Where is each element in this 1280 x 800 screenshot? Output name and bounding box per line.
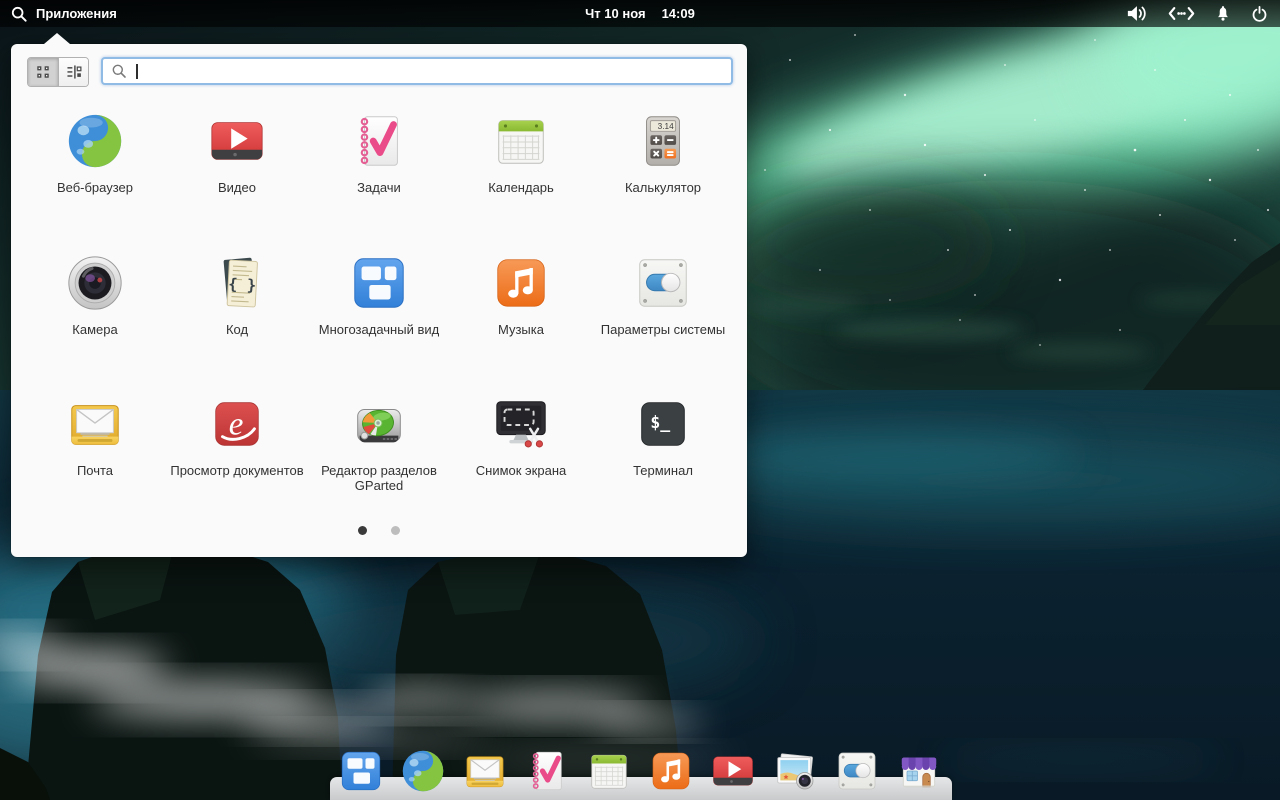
notifications-icon bbox=[1215, 4, 1231, 23]
app-item-camera[interactable]: Камера bbox=[24, 252, 166, 393]
dock-item-web-browser[interactable] bbox=[399, 747, 447, 795]
calendar-icon bbox=[490, 110, 552, 172]
app-item-videos[interactable]: Видео bbox=[166, 110, 308, 252]
code-icon bbox=[206, 252, 268, 314]
app-item-system-settings[interactable]: Параметры системы bbox=[592, 252, 734, 393]
app-item-calculator[interactable]: Калькулятор bbox=[592, 110, 734, 252]
app-label: Снимок экрана bbox=[476, 463, 567, 478]
category-view-button[interactable] bbox=[58, 58, 88, 86]
popover-arrow bbox=[44, 33, 70, 44]
screenshot-icon bbox=[490, 393, 552, 455]
document-viewer-icon bbox=[206, 393, 268, 455]
dock-item-music[interactable] bbox=[647, 747, 695, 795]
gparted-icon bbox=[348, 393, 410, 455]
dock-icons bbox=[337, 747, 943, 795]
app-label: Код bbox=[226, 322, 248, 337]
terminal-icon bbox=[632, 393, 694, 455]
dock-item-calendar[interactable] bbox=[585, 747, 633, 795]
multitasking-view-icon bbox=[348, 252, 410, 314]
mail-icon bbox=[64, 393, 126, 455]
panel-date: Чт 10 ноя bbox=[585, 6, 645, 21]
dock-item-system-settings[interactable] bbox=[833, 747, 881, 795]
dock-item-multitasking-view[interactable] bbox=[337, 747, 385, 795]
search-icon bbox=[111, 63, 127, 79]
panel-applications-button[interactable]: Приложения bbox=[10, 0, 117, 27]
power-icon bbox=[1251, 5, 1268, 23]
app-label: Камера bbox=[72, 322, 117, 337]
app-item-terminal[interactable]: Терминал bbox=[592, 393, 734, 493]
app-item-multitasking-view[interactable]: Многозадачный вид bbox=[308, 252, 450, 393]
app-label: Редактор разделов GParted bbox=[309, 463, 449, 493]
dock-item-photos[interactable] bbox=[771, 747, 819, 795]
web-browser-icon bbox=[64, 110, 126, 172]
app-grid: Веб-браузер Видео Задачи Календарь Кальк… bbox=[24, 110, 734, 493]
page-dot-2[interactable] bbox=[391, 526, 400, 535]
text-cursor bbox=[136, 64, 138, 79]
app-launcher-popover: Веб-браузер Видео Задачи Календарь Кальк… bbox=[11, 44, 747, 557]
app-label: Почта bbox=[77, 463, 113, 478]
page-dot-1[interactable] bbox=[358, 526, 367, 535]
grid-view-button[interactable] bbox=[28, 58, 58, 86]
view-toggle-group bbox=[27, 57, 89, 87]
calculator-icon bbox=[632, 110, 694, 172]
category-view-icon bbox=[65, 63, 83, 81]
app-label: Калькулятор bbox=[625, 180, 701, 195]
dock-item-appcenter[interactable] bbox=[895, 747, 943, 795]
app-item-music[interactable]: Музыка bbox=[450, 252, 592, 393]
volume-indicator[interactable] bbox=[1125, 4, 1148, 23]
applications-label: Приложения bbox=[36, 6, 117, 21]
network-icon bbox=[1168, 6, 1195, 21]
notifications-indicator[interactable] bbox=[1215, 4, 1231, 23]
panel-time: 14:09 bbox=[662, 6, 695, 21]
dock-item-mail[interactable] bbox=[461, 747, 509, 795]
launcher-search-input[interactable] bbox=[101, 57, 733, 85]
app-label: Задачи bbox=[357, 180, 401, 195]
app-item-tasks[interactable]: Задачи bbox=[308, 110, 450, 252]
camera-icon bbox=[64, 252, 126, 314]
app-item-mail[interactable]: Почта bbox=[24, 393, 166, 493]
videos-icon bbox=[206, 110, 268, 172]
app-item-calendar[interactable]: Календарь bbox=[450, 110, 592, 252]
grid-view-icon bbox=[34, 63, 52, 81]
volume-icon bbox=[1125, 4, 1148, 23]
app-label: Многозадачный вид bbox=[319, 322, 439, 337]
top-panel: Приложения Чт 10 ноя 14:09 bbox=[0, 0, 1280, 27]
system-settings-icon bbox=[632, 252, 694, 314]
tasks-icon bbox=[348, 110, 410, 172]
dock-item-videos[interactable] bbox=[709, 747, 757, 795]
music-icon bbox=[490, 252, 552, 314]
network-indicator[interactable] bbox=[1168, 6, 1195, 21]
search-icon bbox=[10, 5, 28, 23]
app-item-document-viewer[interactable]: Просмотр документов bbox=[166, 393, 308, 493]
app-label: Музыка bbox=[498, 322, 544, 337]
app-item-code[interactable]: Код bbox=[166, 252, 308, 393]
app-item-screenshot[interactable]: Снимок экрана bbox=[450, 393, 592, 493]
panel-datetime-button[interactable]: Чт 10 ноя 14:09 bbox=[585, 0, 695, 27]
app-item-gparted[interactable]: Редактор разделов GParted bbox=[308, 393, 450, 493]
page-indicator bbox=[11, 526, 747, 535]
app-label: Календарь bbox=[488, 180, 554, 195]
app-label: Параметры системы bbox=[601, 322, 726, 337]
app-label: Просмотр документов bbox=[170, 463, 303, 478]
app-label: Видео bbox=[218, 180, 256, 195]
app-label: Веб-браузер bbox=[57, 180, 133, 195]
app-item-web-browser[interactable]: Веб-браузер bbox=[24, 110, 166, 252]
app-label: Терминал bbox=[633, 463, 693, 478]
panel-indicators bbox=[1125, 0, 1268, 27]
power-indicator[interactable] bbox=[1251, 5, 1268, 23]
dock-item-tasks[interactable] bbox=[523, 747, 571, 795]
